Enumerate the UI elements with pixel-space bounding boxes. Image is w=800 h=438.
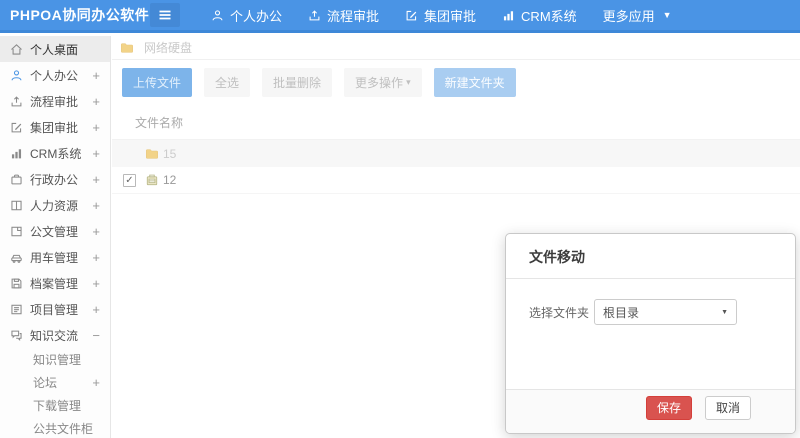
edit-icon: [10, 121, 23, 134]
caret-down-icon: ▾: [406, 77, 411, 87]
calendar-icon: [10, 303, 23, 316]
sidebar-item-label: 个人办公: [30, 68, 79, 83]
sidebar-item-admin-office[interactable]: 行政办公 +: [0, 166, 110, 192]
modal-footer: 保存 取消: [506, 389, 795, 433]
sidebar-item-group-approval[interactable]: 集团审批 +: [0, 114, 110, 140]
sidebar-item-public-file-cabinet[interactable]: 公共文件柜: [0, 417, 110, 438]
doc-icon: [10, 225, 23, 238]
chat-icon: [10, 329, 23, 342]
hamburger-menu-icon[interactable]: [150, 3, 180, 27]
sidebar-item-label: 公文管理: [30, 224, 79, 239]
sidebar-item-document-mgmt[interactable]: 公文管理 +: [0, 218, 110, 244]
new-folder-button[interactable]: 新建文件夹: [433, 68, 516, 97]
sidebar-item-archive-mgmt[interactable]: 档案管理 +: [0, 270, 110, 296]
expand-toggle[interactable]: +: [92, 172, 100, 187]
sidebar-item-label: 个人桌面: [30, 42, 79, 57]
sidebar-item-label: 流程审批: [30, 94, 79, 109]
edit-icon: [405, 9, 418, 22]
sidebar-item-label: 档案管理: [30, 276, 79, 291]
folder-icon: [120, 41, 134, 55]
expand-toggle[interactable]: +: [92, 94, 100, 109]
sidebar-item-label: 公共文件柜: [33, 422, 94, 436]
expand-toggle[interactable]: −: [92, 328, 100, 343]
save-button[interactable]: 保存: [646, 396, 693, 420]
sidebar-item-human-resources[interactable]: 人力资源 +: [0, 192, 110, 218]
sidebar-item-label: 知识管理: [33, 353, 82, 367]
person-icon: [10, 69, 23, 82]
nav-item-crm-system[interactable]: CRM系统: [502, 6, 577, 25]
sidebar-item-personal-desktop[interactable]: 个人桌面: [0, 36, 110, 62]
toolbar: 上传文件 全选 批量删除 更多操作 ▾ 新建文件夹: [112, 60, 800, 106]
sidebar-item-forum[interactable]: 论坛 +: [0, 371, 110, 394]
sidebar-item-label: 集团审批: [30, 120, 79, 135]
briefcase-icon: [10, 173, 23, 186]
folder-select[interactable]: 根目录 ▼: [594, 299, 738, 325]
expand-toggle[interactable]: +: [92, 224, 100, 239]
nav-item-more-apps[interactable]: 更多应用 ▼: [603, 6, 672, 25]
approve-icon: [308, 9, 321, 22]
folder-select-label: 选择文件夹: [529, 305, 590, 320]
expand-toggle[interactable]: +: [92, 120, 100, 135]
book-icon: [10, 199, 23, 212]
modal-title: 文件移动: [506, 234, 795, 279]
sidebar-item-label: 下载管理: [33, 399, 82, 413]
car-icon: [10, 251, 23, 264]
table-column-header: 文件名称: [112, 106, 800, 140]
expand-toggle[interactable]: +: [92, 198, 100, 213]
sidebar-item-knowledge-mgmt[interactable]: 知识管理: [0, 348, 110, 371]
sidebar-item-label: 知识交流: [30, 328, 79, 343]
archive-icon: [145, 173, 159, 187]
chart-icon: [10, 147, 23, 160]
disk-icon: [10, 277, 23, 290]
breadcrumb-label: 网络硬盘: [144, 41, 193, 55]
approve-icon: [10, 95, 23, 108]
sidebar-item-workflow-approval[interactable]: 流程审批 +: [0, 88, 110, 114]
sidebar-item-label: 用车管理: [30, 250, 79, 265]
row-checkbox[interactable]: ✓: [123, 173, 136, 187]
file-move-modal: 文件移动 选择文件夹 根目录 ▼ 保存 取消: [505, 233, 796, 434]
modal-body: 选择文件夹 根目录 ▼: [506, 279, 795, 389]
expand-toggle[interactable]: +: [92, 68, 100, 83]
sidebar-item-knowledge-exchange[interactable]: 知识交流 −: [0, 322, 110, 348]
sidebar-item-label: 人力资源: [30, 198, 79, 213]
person-icon: [211, 9, 224, 22]
expand-toggle[interactable]: +: [92, 276, 100, 291]
more-actions-button[interactable]: 更多操作 ▾: [344, 68, 422, 97]
table-row[interactable]: ✓ 12: [112, 167, 800, 194]
top-nav: 个人办公 流程审批 集团审批 CRM系统 更多应用 ▼: [198, 6, 685, 25]
sidebar-item-label: 行政办公: [30, 172, 79, 187]
sidebar-item-vehicle-mgmt[interactable]: 用车管理 +: [0, 244, 110, 270]
sidebar-item-download-mgmt[interactable]: 下载管理: [0, 394, 110, 417]
home-icon: [10, 43, 23, 56]
nav-item-workflow-approval[interactable]: 流程审批: [308, 6, 379, 25]
select-all-button[interactable]: 全选: [204, 68, 251, 97]
batch-delete-button[interactable]: 批量删除: [262, 68, 333, 97]
expand-toggle[interactable]: +: [92, 146, 100, 161]
sidebar: 个人桌面个人办公 + 流程审批 + 集团审批 + CRM系统 + 行政办公 + 人力资源 + 公文管理 +…: [0, 36, 111, 438]
folder-select-value: 根目录: [603, 305, 640, 320]
expand-toggle[interactable]: +: [92, 302, 100, 317]
table-row[interactable]: 15: [112, 140, 800, 167]
nav-item-personal-office[interactable]: 个人办公: [211, 6, 282, 25]
sidebar-item-project-mgmt[interactable]: 项目管理 +: [0, 296, 110, 322]
expand-toggle[interactable]: +: [92, 250, 100, 265]
sidebar-item-personal-office[interactable]: 个人办公 +: [0, 62, 110, 88]
chevron-down-icon: ▼: [721, 308, 729, 316]
app-logo: PHPOA协同办公软件: [10, 7, 150, 23]
caret-down-icon: ▼: [662, 10, 672, 20]
file-list: 15 ✓ 12: [112, 140, 800, 194]
sidebar-item-label: 项目管理: [30, 302, 79, 317]
sidebar-item-crm-system[interactable]: CRM系统 +: [0, 140, 110, 166]
chart-icon: [502, 9, 515, 22]
breadcrumb: 网络硬盘: [112, 36, 800, 60]
top-header: PHPOA协同办公软件 个人办公 流程审批 集团审批 CRM系统 更多应用 ▼: [0, 0, 800, 33]
cancel-button[interactable]: 取消: [705, 396, 752, 420]
expand-toggle[interactable]: +: [92, 375, 100, 390]
nav-item-group-approval[interactable]: 集团审批: [405, 6, 476, 25]
upload-file-button[interactable]: 上传文件: [122, 68, 193, 97]
folder-icon: [145, 147, 159, 161]
sidebar-item-label: CRM系统: [30, 146, 82, 161]
sidebar-item-label: 论坛: [33, 376, 58, 390]
